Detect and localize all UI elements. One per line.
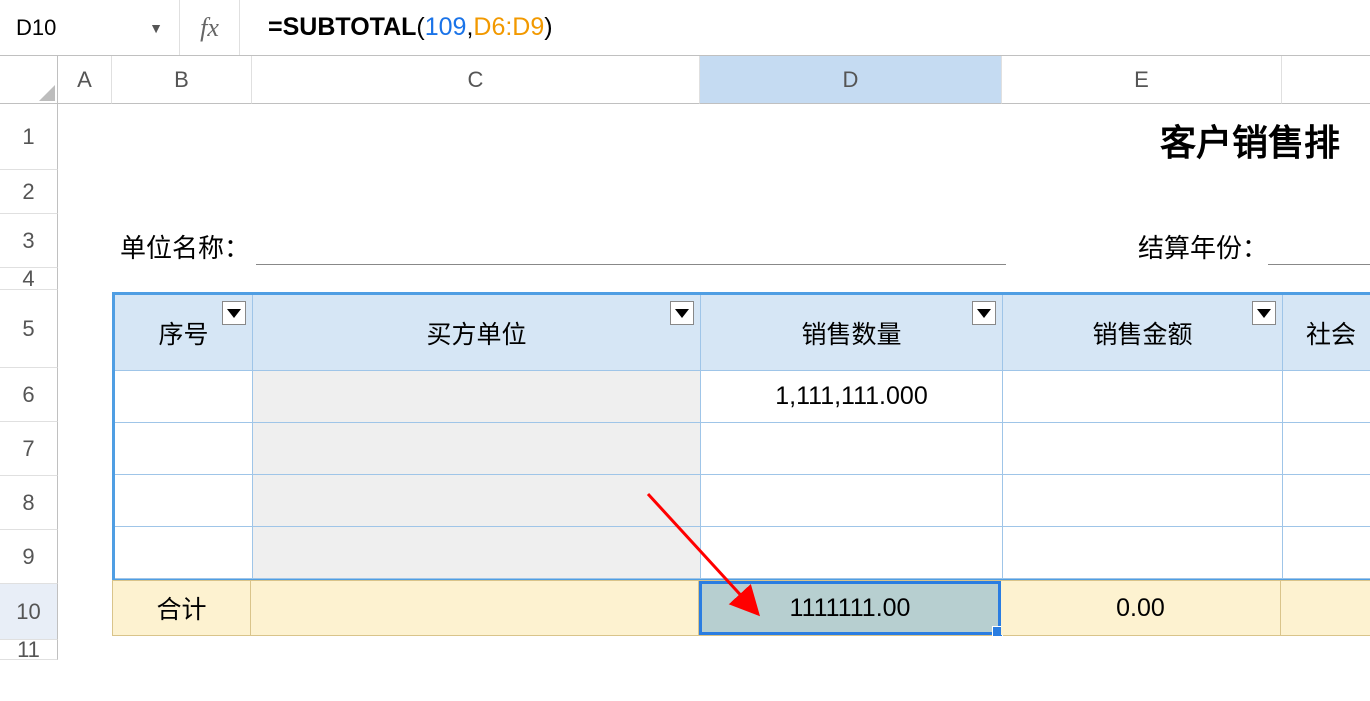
table-header-row: 序号 买方单位 销售数量 销售金额 <box>115 295 1370 371</box>
filter-icon[interactable] <box>972 301 996 325</box>
row-header[interactable]: 9 <box>0 530 58 584</box>
cell[interactable] <box>115 475 253 527</box>
cell[interactable] <box>115 371 253 423</box>
table-row: 1,111,111.000 <box>115 371 1370 423</box>
sales-table: 序号 买方单位 销售数量 销售金额 <box>112 292 1370 582</box>
cell[interactable] <box>701 475 1003 527</box>
select-all-corner[interactable] <box>0 56 58 104</box>
th-qty: 销售数量 <box>701 295 1003 371</box>
cell[interactable] <box>1283 475 1370 527</box>
settlement-year-input-line[interactable] <box>1268 264 1370 265</box>
cell[interactable] <box>253 475 701 527</box>
cell[interactable] <box>1003 527 1283 579</box>
spreadsheet-grid: 1 2 3 4 5 6 7 8 9 10 11 A B C D E 客户销售排 … <box>0 56 1370 660</box>
formula-bar: D10 ▼ fx = SUBTOTAL ( 109 , D6:D9 ) <box>0 0 1370 56</box>
row-header[interactable]: 3 <box>0 214 58 268</box>
th-amount-label: 销售金额 <box>1092 315 1192 351</box>
table-row <box>115 475 1370 527</box>
total-qty-cell[interactable]: 1111111.00 <box>699 581 1001 635</box>
column-header-row: A B C D E <box>58 56 1370 104</box>
grid-body: A B C D E 客户销售排 单位名称： 结算年份： 序号 <box>58 56 1370 660</box>
cell[interactable] <box>1003 423 1283 475</box>
row-header[interactable]: 6 <box>0 368 58 422</box>
cell-reference-box[interactable]: D10 ▼ <box>0 0 180 55</box>
row-header[interactable]: 5 <box>0 290 58 368</box>
formula-arg1: 109 <box>425 13 467 42</box>
filter-icon[interactable] <box>670 301 694 325</box>
cell-ref-dropdown-icon[interactable]: ▼ <box>149 20 163 36</box>
fx-icon[interactable]: fx <box>180 0 240 55</box>
row-header[interactable]: 11 <box>0 640 58 660</box>
row-header[interactable]: 8 <box>0 476 58 530</box>
row-header[interactable]: 2 <box>0 170 58 214</box>
row-header[interactable]: 4 <box>0 268 58 290</box>
page-title: 客户销售排 <box>1160 114 1340 166</box>
formula-input[interactable]: = SUBTOTAL ( 109 , D6:D9 ) <box>240 13 553 42</box>
th-seq: 序号 <box>115 295 253 371</box>
column-header[interactable] <box>1282 56 1370 104</box>
formula-arg2: D6:D9 <box>473 13 544 42</box>
column-header[interactable]: C <box>252 56 700 104</box>
th-buyer-label: 买方单位 <box>426 315 526 351</box>
filter-icon[interactable] <box>222 301 246 325</box>
row-header[interactable]: 7 <box>0 422 58 476</box>
total-social-cell[interactable] <box>1281 581 1370 635</box>
formula-open-paren: ( <box>416 13 424 42</box>
cell[interactable] <box>1283 371 1370 423</box>
formula-close-paren: ) <box>544 13 552 42</box>
cell[interactable] <box>253 371 701 423</box>
cell[interactable] <box>701 423 1003 475</box>
cell[interactable] <box>1283 527 1370 579</box>
cell[interactable] <box>253 527 701 579</box>
cell-reference: D10 <box>16 15 56 41</box>
th-qty-label: 销售数量 <box>801 315 901 351</box>
formula-comma: , <box>466 13 473 42</box>
cell[interactable] <box>115 527 253 579</box>
cell[interactable] <box>1003 475 1283 527</box>
th-seq-label: 序号 <box>158 315 208 351</box>
cell[interactable] <box>1283 423 1370 475</box>
settlement-year-label: 结算年份： <box>1138 228 1268 265</box>
cell[interactable] <box>1003 371 1283 423</box>
formula-function: SUBTOTAL <box>283 13 417 42</box>
column-header[interactable]: E <box>1002 56 1282 104</box>
unit-name-input-line[interactable] <box>256 264 1006 265</box>
column-header[interactable]: D <box>700 56 1002 104</box>
row-header[interactable]: 10 <box>0 584 58 640</box>
table-total-row: 合计 1111111.00 0.00 <box>112 580 1370 636</box>
column-header[interactable]: A <box>58 56 112 104</box>
cell[interactable] <box>115 423 253 475</box>
th-amount: 销售金额 <box>1003 295 1283 371</box>
total-amount-cell[interactable]: 0.00 <box>1001 581 1281 635</box>
th-social: 社会 <box>1283 295 1370 371</box>
cell[interactable] <box>253 423 701 475</box>
cell[interactable] <box>701 527 1003 579</box>
column-header[interactable]: B <box>112 56 252 104</box>
row-header-gutter: 1 2 3 4 5 6 7 8 9 10 11 <box>0 56 58 660</box>
table-row <box>115 527 1370 579</box>
row-header[interactable]: 1 <box>0 104 58 170</box>
table-row <box>115 423 1370 475</box>
total-label-cell[interactable]: 合计 <box>113 581 251 635</box>
formula-equals: = <box>268 13 283 42</box>
unit-name-label: 单位名称： <box>120 228 250 265</box>
filter-icon[interactable] <box>1252 301 1276 325</box>
total-buyer-cell[interactable] <box>251 581 699 635</box>
th-social-label: 社会 <box>1306 315 1356 351</box>
th-buyer: 买方单位 <box>253 295 701 371</box>
cell-qty[interactable]: 1,111,111.000 <box>701 371 1003 423</box>
